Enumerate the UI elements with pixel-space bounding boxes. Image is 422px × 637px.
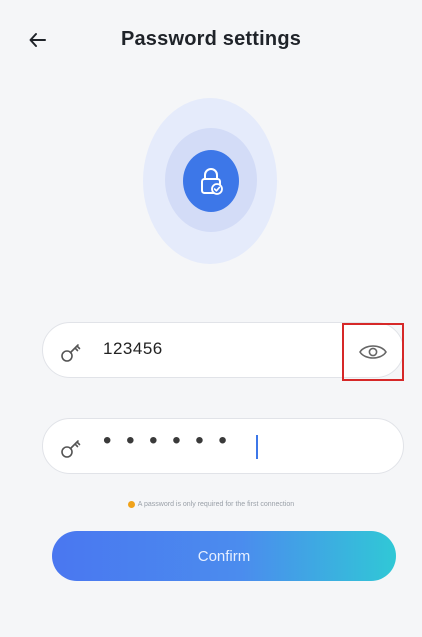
password-field[interactable]: 123456 [42, 322, 404, 381]
password-value[interactable]: 123456 [103, 339, 163, 359]
info-dot-icon [127, 501, 135, 508]
confirm-password-field[interactable]: • • • • • • [42, 418, 404, 474]
header: Password settings [0, 18, 422, 62]
text-caret [256, 435, 258, 459]
show-password-toggle[interactable] [342, 323, 404, 381]
password-settings-screen: Password settings 123456 • • • • • • A p… [0, 0, 422, 637]
page-title: Password settings [120, 28, 302, 50]
masked-password-value[interactable]: • • • • • • [103, 427, 231, 455]
lock-badge [183, 150, 239, 212]
confirm-button[interactable]: Confirm [52, 531, 396, 581]
password-hint: A password is only required for the firs… [0, 501, 422, 508]
eye-icon [359, 345, 387, 359]
password-hint-text: A password is only required for the firs… [137, 501, 295, 508]
lock-check-icon [201, 168, 223, 195]
key-icon [61, 344, 81, 362]
key-icon [61, 440, 81, 458]
lock-illustration [143, 98, 277, 264]
